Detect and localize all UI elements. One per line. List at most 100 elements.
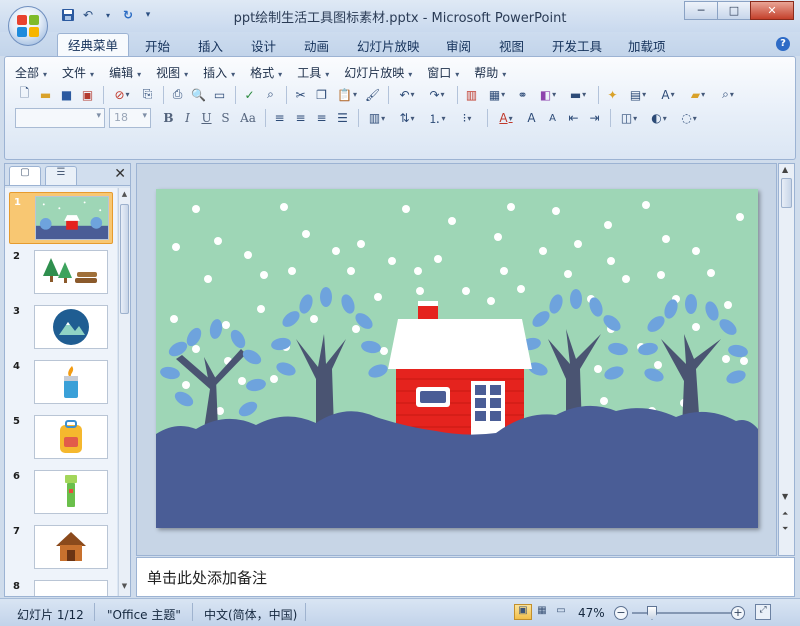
layout-icon[interactable]: ▭ [210, 85, 229, 104]
align-center-icon[interactable]: ≡ [291, 109, 310, 128]
align-left-icon[interactable]: ≡ [270, 109, 289, 128]
zoom-level[interactable]: 47% [578, 606, 605, 620]
bullets-icon[interactable]: ⁝ [453, 109, 481, 128]
permission-icon[interactable]: ⊘ [108, 85, 136, 104]
new-slide-icon[interactable]: ✦ [603, 85, 622, 104]
effects-icon[interactable]: ◌ [675, 109, 703, 128]
chart-icon[interactable]: ▥ [462, 85, 481, 104]
slide-thumbnail[interactable]: 4 [9, 357, 113, 409]
zoom-out-icon[interactable]: − [614, 606, 628, 620]
zoom-slider-handle[interactable] [647, 606, 657, 620]
previous-slide-icon[interactable]: ⏶ [782, 509, 788, 519]
text-direction-icon[interactable]: ⇅ [393, 109, 421, 128]
scroll-down-icon[interactable]: ▼ [782, 492, 788, 501]
format-painter-icon[interactable]: 🖌 [363, 85, 382, 104]
minimize-button[interactable]: ─ [684, 1, 718, 20]
menu-all[interactable]: 全部 ▾ [15, 64, 47, 81]
spelling-icon[interactable]: ✓ [240, 85, 259, 104]
table-icon[interactable]: ▦ [483, 85, 511, 104]
shrink-font-icon[interactable]: A [543, 109, 562, 128]
menu-insert[interactable]: 插入 ▾ [203, 64, 235, 81]
save-as-icon[interactable]: ▣ [78, 85, 97, 104]
slide-thumbnail[interactable]: 6 [9, 467, 113, 519]
undo-icon[interactable]: ↶ [393, 85, 421, 104]
slide-thumbnail[interactable]: 3 [9, 302, 113, 354]
slide-canvas[interactable] [156, 189, 758, 528]
scroll-up-icon[interactable]: ▲ [782, 165, 788, 174]
scroll-up-icon[interactable]: ▲ [119, 190, 130, 202]
open-folder-icon[interactable]: ▬ [36, 85, 55, 104]
folder-icon[interactable]: ▰ [684, 85, 712, 104]
close-icon[interactable]: ✕ [114, 166, 126, 182]
save-icon[interactable]: ■ [57, 85, 76, 104]
textbox-icon[interactable]: A [654, 85, 682, 104]
new-file-icon[interactable]: 🗋 [15, 85, 34, 104]
color-scheme-icon[interactable]: ◧ [534, 85, 562, 104]
menu-format[interactable]: 格式 ▾ [250, 64, 282, 81]
hyperlink-icon[interactable]: ⚭ [513, 85, 532, 104]
copy-icon[interactable]: ❐ [312, 85, 331, 104]
panel-scrollbar[interactable]: ▲ ▼ [118, 188, 130, 596]
tab-animation[interactable]: 动画 [304, 36, 329, 55]
change-case-button[interactable]: Aa [235, 109, 261, 128]
attach-icon[interactable]: ⎘ [138, 85, 157, 104]
zoom-in-icon[interactable]: + [731, 606, 745, 620]
menu-edit[interactable]: 编辑 ▾ [109, 64, 141, 81]
tab-slideshow[interactable]: 幻灯片放映 [357, 36, 420, 55]
align-right-icon[interactable]: ≡ [312, 109, 331, 128]
slide-thumbnail[interactable]: 2 [9, 247, 113, 299]
slideshow-view-icon[interactable]: ▭ [552, 604, 570, 620]
scroll-thumb[interactable] [120, 204, 129, 314]
tab-home[interactable]: 开始 [145, 36, 170, 55]
paste-icon[interactable]: 📋 [333, 85, 361, 104]
tab-addins[interactable]: 加载项 [628, 36, 666, 55]
slides-tab-icon[interactable]: ▢ [9, 166, 41, 185]
justify-icon[interactable]: ☰ [333, 109, 352, 128]
tab-review[interactable]: 审阅 [446, 36, 471, 55]
slide-thumbnail[interactable]: 5 [9, 412, 113, 464]
bold-button[interactable]: B [159, 109, 178, 128]
design-icon[interactable]: ◫ [615, 109, 643, 128]
grow-font-icon[interactable]: A [522, 109, 541, 128]
menu-view[interactable]: 视图 ▾ [156, 64, 188, 81]
tab-view[interactable]: 视图 [499, 36, 524, 55]
office-button[interactable] [8, 6, 48, 46]
outline-tab-icon[interactable]: ☰ [45, 166, 77, 185]
menu-slideshow[interactable]: 幻灯片放映 ▾ [344, 64, 412, 81]
print-preview-icon[interactable]: 🔍 [189, 85, 208, 104]
tab-developer[interactable]: 开发工具 [552, 36, 602, 55]
menu-help[interactable]: 帮助 ▾ [474, 64, 506, 81]
italic-button[interactable]: I [178, 109, 197, 128]
font-name-select[interactable] [15, 108, 105, 128]
scroll-thumb[interactable] [781, 178, 792, 208]
menu-file[interactable]: 文件 ▾ [62, 64, 94, 81]
shapes-icon[interactable]: ◐ [645, 109, 673, 128]
language[interactable]: 中文(简体，中国) [204, 606, 297, 623]
maximize-button[interactable]: □ [717, 1, 751, 20]
tab-insert[interactable]: 插入 [198, 36, 223, 55]
close-button[interactable]: ✕ [750, 1, 794, 20]
numbering-icon[interactable]: ⒈ [423, 109, 451, 128]
fit-to-window-icon[interactable]: ⤢ [755, 604, 771, 620]
underline-button[interactable]: U [197, 109, 216, 128]
decrease-indent-icon[interactable]: ⇤ [564, 109, 583, 128]
slide-thumbnail[interactable]: 7 [9, 522, 113, 574]
menu-tools[interactable]: 工具 ▾ [297, 64, 329, 81]
shadow-button[interactable]: S [216, 109, 235, 128]
normal-view-icon[interactable]: ▣ [514, 604, 532, 620]
next-slide-icon[interactable]: ⏷ [782, 524, 788, 534]
menu-window[interactable]: 窗口 ▾ [427, 64, 459, 81]
tab-design[interactable]: 设计 [251, 36, 276, 55]
research-icon[interactable]: ⌕ [261, 85, 280, 104]
print-icon[interactable]: ⎙ [168, 85, 187, 104]
slide-thumbnail[interactable]: 8 [9, 577, 113, 596]
editor-scrollbar[interactable]: ▲ ▼ ⏶ ⏷ [778, 163, 795, 556]
columns-icon[interactable]: ▥ [363, 109, 391, 128]
slide-thumbnail[interactable]: 1 [9, 192, 113, 244]
slide-sorter-icon[interactable]: ▦ [533, 604, 551, 620]
increase-indent-icon[interactable]: ⇥ [585, 109, 604, 128]
redo-icon[interactable]: ↷ [423, 85, 451, 104]
cut-icon[interactable]: ✂ [291, 85, 310, 104]
tab-classic-menu[interactable]: 经典菜单 [57, 33, 130, 58]
line-style-icon[interactable]: ▬ [564, 85, 592, 104]
